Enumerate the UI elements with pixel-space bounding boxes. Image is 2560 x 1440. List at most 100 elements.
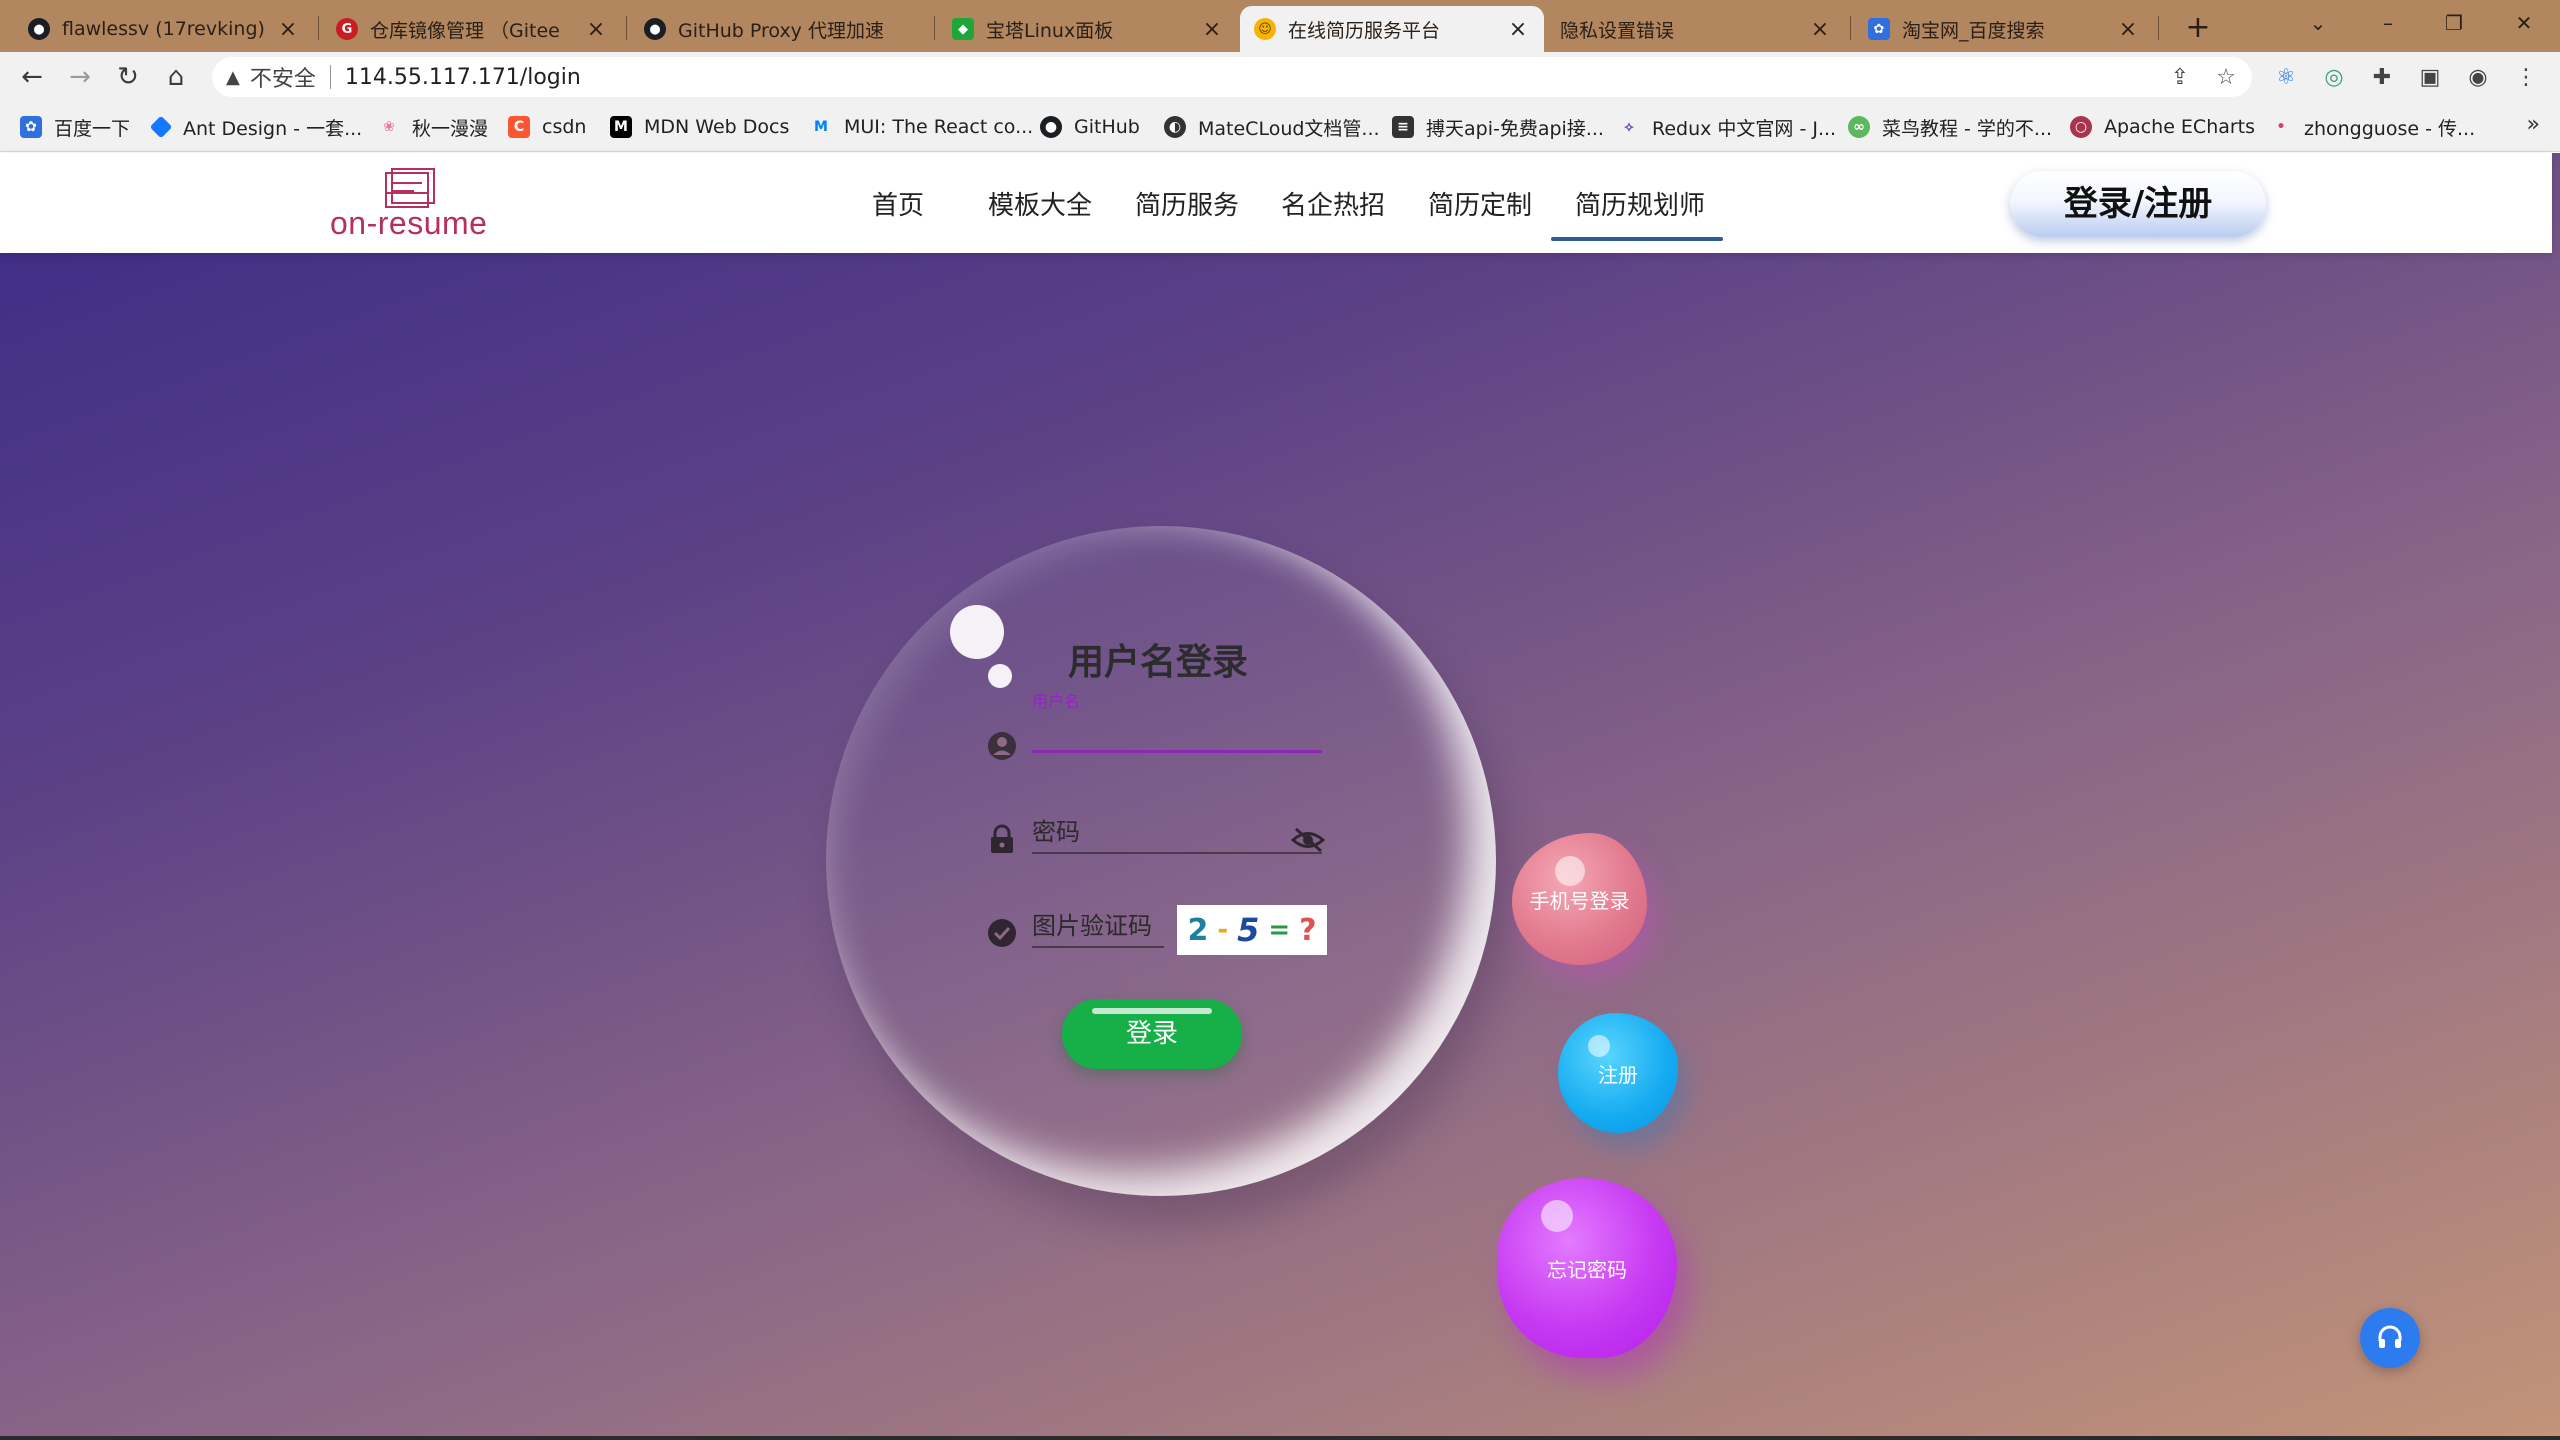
- api-icon: ≡: [1392, 116, 1414, 138]
- home-button[interactable]: ⌂: [158, 59, 194, 95]
- register-label: 注册: [1598, 1062, 1638, 1087]
- bookmark-label: MUI: The React co...: [844, 116, 1034, 138]
- bookmark-runoob[interactable]: ∞ 菜鸟教程 - 学的不...: [1848, 114, 2052, 140]
- bookmark-mui[interactable]: M MUI: The React co...: [810, 114, 1033, 140]
- logo-text[interactable]: on-resume: [330, 205, 487, 242]
- close-icon[interactable]: ×: [1506, 17, 1530, 42]
- tab-search-chevron-icon[interactable]: ⌄: [2288, 0, 2348, 46]
- forward-button[interactable]: →: [62, 59, 98, 95]
- site-header: on-resume 首页 模板大全 简历服务 名企热招 简历定制 简历规划师 登…: [0, 153, 2552, 253]
- tab-gitee-mirror[interactable]: G 仓库镜像管理 （Gitee ×: [322, 6, 622, 52]
- nav-resume-planner[interactable]: 简历规划师: [1575, 185, 1705, 222]
- bookmark-botian-api[interactable]: ≡ 搏天api-免费api接...: [1392, 114, 1604, 140]
- divider: [329, 65, 331, 89]
- nav-resume-service[interactable]: 简历服务: [1135, 185, 1239, 222]
- headset-icon: [2378, 1325, 2402, 1348]
- customer-support-button[interactable]: [2360, 1308, 2420, 1368]
- tab-label: 淘宝网_百度搜索: [1902, 19, 2045, 42]
- back-button[interactable]: ←: [14, 59, 50, 95]
- bookmark-qiuyi[interactable]: ❀ 秋一漫漫: [378, 114, 488, 140]
- puzzle-icon[interactable]: ✚: [2366, 62, 2398, 94]
- nav-resume-custom[interactable]: 简历定制: [1428, 185, 1532, 222]
- tab-taobao-search[interactable]: ✿ 淘宝网_百度搜索 ×: [1854, 6, 2154, 52]
- bookmark-mdn[interactable]: M MDN Web Docs: [610, 114, 789, 140]
- restore-button[interactable]: ❐: [2424, 0, 2484, 46]
- bookmark-github[interactable]: ● GitHub: [1040, 114, 1140, 140]
- csdn-icon: C: [508, 116, 530, 138]
- phone-login-button[interactable]: 手机号登录: [1512, 833, 1647, 965]
- bookmark-matecloud[interactable]: ◐ MateCLoud文档管...: [1164, 114, 1380, 140]
- captcha-image[interactable]: 2 - 5 = ?: [1177, 905, 1327, 955]
- bookmark-redux[interactable]: ⟡ Redux 中文官网 - J...: [1618, 114, 1836, 140]
- check-circle-icon: [987, 918, 1017, 948]
- share-icon[interactable]: ⇪: [2164, 62, 2196, 94]
- tab-baota-panel[interactable]: ◆ 宝塔Linux面板 ×: [938, 6, 1238, 52]
- login-submit-button[interactable]: 登录: [1062, 999, 1242, 1069]
- decor-bubble-large: [950, 605, 1004, 659]
- username-input[interactable]: [1032, 721, 1322, 753]
- active-nav-indicator: [1551, 237, 1723, 241]
- nav-top-jobs[interactable]: 名企热招: [1281, 185, 1385, 222]
- close-icon[interactable]: ×: [276, 17, 300, 42]
- profile-avatar-icon[interactable]: ◉: [2462, 62, 2494, 94]
- url-text[interactable]: 114.55.117.171/login: [345, 65, 581, 90]
- bookmark-zhongguose[interactable]: • zhongguose - 传...: [2270, 114, 2476, 140]
- baidu-icon: ✿: [1868, 18, 1890, 40]
- bookmark-ant-design[interactable]: Ant Design - 一套...: [149, 114, 362, 140]
- login-register-button[interactable]: 登录/注册: [2010, 171, 2266, 237]
- close-icon[interactable]: ×: [584, 17, 608, 42]
- nav-templates[interactable]: 模板大全: [988, 185, 1092, 222]
- reload-button[interactable]: ↻: [110, 59, 146, 95]
- bookmark-label: Redux 中文官网 - J...: [1652, 117, 1837, 140]
- eye-slash-icon[interactable]: [1290, 825, 1326, 855]
- bookmark-label: MateCLoud文档管...: [1198, 117, 1380, 140]
- window-close-button[interactable]: ✕: [2494, 0, 2554, 46]
- globe-icon: ◐: [1164, 116, 1186, 138]
- dot-icon: •: [2276, 119, 2286, 135]
- user-icon: [987, 731, 1017, 761]
- menu-kebab-icon[interactable]: ⋮: [2510, 62, 2542, 94]
- captcha-char: -: [1217, 915, 1229, 945]
- bookmarks-bar: ✿ 百度一下 Ant Design - 一套... ❀ 秋一漫漫 Ccsdn M MD…: [0, 102, 2560, 152]
- bookmark-baidu[interactable]: ✿ 百度一下: [20, 114, 130, 140]
- decor-bubble-small: [988, 664, 1012, 688]
- more-bookmarks-button[interactable]: »: [2527, 112, 2540, 137]
- bookmark-csdn[interactable]: Ccsdn: [508, 114, 586, 140]
- browser-tab-strip: ● flawlessv (17revking) × G 仓库镜像管理 （Gite…: [0, 0, 2560, 52]
- extension-icon[interactable]: ◎: [2318, 62, 2350, 94]
- bookmark-label: 秋一漫漫: [412, 117, 489, 140]
- gitee-icon: G: [336, 18, 358, 40]
- side-panel-icon[interactable]: ▣: [2414, 62, 2446, 94]
- password-input[interactable]: [1032, 814, 1322, 854]
- bookmark-label: MDN Web Docs: [644, 116, 790, 138]
- close-icon[interactable]: ×: [2116, 17, 2140, 42]
- minimize-button[interactable]: –: [2358, 0, 2418, 46]
- close-icon[interactable]: ×: [1200, 17, 1224, 42]
- bookmark-label: 百度一下: [54, 117, 131, 140]
- forgot-password-button[interactable]: 忘记密码: [1497, 1178, 1677, 1358]
- bookmark-echarts[interactable]: ○ Apache ECharts: [2070, 114, 2255, 140]
- new-tab-button[interactable]: +: [2178, 8, 2218, 48]
- github-icon: ●: [28, 18, 50, 40]
- tab-label: 宝塔Linux面板: [986, 19, 1114, 42]
- address-bar[interactable]: ▲ 不安全 114.55.117.171/login: [212, 57, 2252, 97]
- tab-github-proxy[interactable]: ● GitHub Proxy 代理加速: [630, 6, 930, 52]
- tab-separator: [2158, 16, 2159, 40]
- bookmark-star-icon[interactable]: ☆: [2210, 62, 2242, 94]
- captcha-input[interactable]: [1032, 908, 1164, 948]
- forgot-password-label: 忘记密码: [1547, 1257, 1627, 1282]
- nav-home[interactable]: 首页: [872, 185, 924, 222]
- close-icon[interactable]: ×: [1808, 17, 1832, 42]
- tab-github-profile[interactable]: ● flawlessv (17revking) ×: [14, 6, 314, 52]
- tab-resume-platform[interactable]: ☺ 在线简历服务平台 ×: [1240, 6, 1544, 52]
- tab-separator: [626, 16, 627, 40]
- react-devtools-icon[interactable]: ⚛: [2270, 62, 2302, 94]
- tab-privacy-error[interactable]: 隐私设置错误 ×: [1546, 6, 1846, 52]
- register-button[interactable]: 注册: [1558, 1013, 1678, 1133]
- smile-icon: ☺: [1254, 18, 1276, 40]
- submit-label: 登录: [1125, 1019, 1178, 1049]
- captcha-char: ?: [1299, 912, 1317, 948]
- phone-login-label: 手机号登录: [1529, 888, 1630, 913]
- tab-label: 仓库镜像管理 （Gitee: [370, 19, 560, 42]
- username-float-label: 用户名: [1032, 692, 1081, 711]
